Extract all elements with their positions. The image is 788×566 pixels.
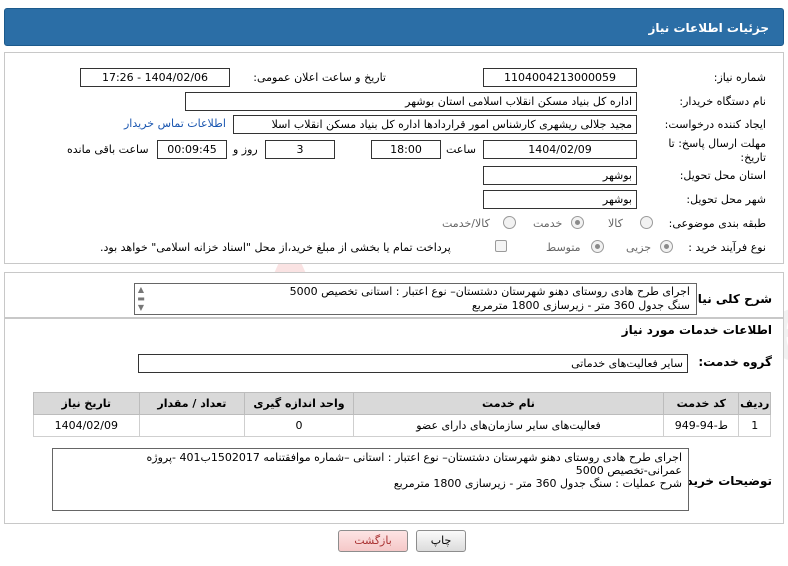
- announce-field: 1404/02/06 - 17:26: [80, 68, 230, 87]
- days-field: 3: [265, 140, 335, 159]
- province-field: بوشهر: [483, 166, 637, 185]
- category-option-goods: کالا: [608, 217, 623, 230]
- col-unit: واحد اندازه گیری: [244, 392, 354, 415]
- province-label: استان محل تحویل:: [679, 169, 766, 182]
- cell-date: 1404/02/09: [33, 414, 140, 437]
- summary-textarea[interactable]: اجرای طرح هادی روستای دهنو شهرستان دشتست…: [134, 283, 697, 315]
- deadline-label: مهلت ارسال پاسخ: تا تاریخ:: [668, 137, 766, 164]
- category-radio-goods[interactable]: [640, 216, 653, 229]
- summary-line-1: اجرای طرح هادی روستای دهنو شهرستان دشتست…: [289, 285, 690, 298]
- announce-label: تاریخ و ساعت اعلان عمومی:: [253, 71, 386, 84]
- cell-name: فعالیت‌های سایر سازمان‌های دارای عضو: [352, 414, 665, 437]
- days-label: روز و: [233, 143, 258, 156]
- time-label: ساعت: [446, 143, 476, 156]
- process-label: نوع فرآیند خرید :: [688, 241, 766, 254]
- category-option-service: خدمت: [533, 217, 563, 230]
- city-label: شهر محل تحویل:: [686, 193, 766, 206]
- cell-row: 1: [738, 414, 771, 437]
- process-radio-minor[interactable]: [660, 240, 673, 253]
- services-title: اطلاعات خدمات مورد نیاز: [621, 323, 772, 337]
- creator-field: مجید جلالی ریشهری کارشناس امور قراردادها…: [233, 115, 637, 134]
- col-date: تاریخ نیاز: [33, 392, 140, 415]
- category-option-both: کالا/خدمت: [442, 217, 490, 230]
- summary-line-2: سنگ جدول 360 متر - زیرسازی 1800 مترمربع: [471, 299, 690, 312]
- col-code: کد خدمت: [663, 392, 740, 415]
- col-name: نام خدمت: [352, 392, 665, 415]
- process-option-minor: جزیی: [626, 241, 652, 254]
- page-header: جزئیات اطلاعات نیاز: [4, 8, 784, 46]
- textarea-scrollbar[interactable]: ▲ ▬ ▼: [136, 285, 146, 313]
- services-table: ردیف کد خدمت نام خدمت واحد اندازه گیری ت…: [33, 392, 771, 437]
- buyer-org-label: نام دستگاه خریدار:: [679, 95, 766, 108]
- buyer-notes-line-1: اجرای طرح هادی روستای دهنو شهرستان دشتست…: [146, 451, 682, 464]
- service-group-field: سایر فعالیت‌های خدماتی: [138, 354, 688, 373]
- col-row: ردیف: [738, 392, 771, 415]
- col-qty: تعداد / مقدار: [138, 392, 246, 415]
- service-group-label: گروه خدمت:: [698, 355, 772, 369]
- treasury-checkbox[interactable]: [495, 240, 507, 252]
- category-radio-both[interactable]: [503, 216, 516, 229]
- cell-code: ط-94-949: [663, 414, 740, 437]
- remaining-label: ساعت باقی مانده: [67, 143, 149, 156]
- deadline-time-field: 18:00: [371, 140, 441, 159]
- buyer-org-field: اداره کل بنیاد مسکن انقلاب اسلامی استان …: [185, 92, 637, 111]
- category-radio-service[interactable]: [571, 216, 584, 229]
- payment-note: پرداخت تمام یا بخشی از مبلغ خرید،از محل …: [100, 241, 451, 254]
- remaining-time-field: 00:09:45: [157, 140, 227, 159]
- creator-label: ایجاد کننده درخواست:: [664, 118, 766, 131]
- contact-buyer-link[interactable]: اطلاعات تماس خریدار: [124, 117, 226, 130]
- table-header-row: ردیف کد خدمت نام خدمت واحد اندازه گیری ت…: [33, 392, 771, 415]
- need-number-label: شماره نیاز:: [713, 71, 766, 84]
- city-field: بوشهر: [483, 190, 637, 209]
- page-title: جزئیات اطلاعات نیاز: [648, 21, 769, 35]
- need-number-field: 1104004213000059: [483, 68, 637, 87]
- process-option-medium: متوسط: [546, 241, 581, 254]
- buyer-notes-line-2: عمرانی-تخصیص 5000: [575, 464, 682, 477]
- summary-label: شرح کلی نیاز:: [686, 292, 772, 306]
- back-button[interactable]: بازگشت: [338, 530, 408, 552]
- cell-unit: 0: [244, 414, 354, 437]
- buyer-notes-textarea[interactable]: اجرای طرح هادی روستای دهنو شهرستان دشتست…: [52, 448, 689, 511]
- process-radio-medium[interactable]: [591, 240, 604, 253]
- table-row: 1 ط-94-949 فعالیت‌های سایر سازمان‌های دا…: [33, 414, 771, 437]
- buyer-notes-line-3: شرح عملیات : سنگ جدول 360 متر - زیرسازی …: [393, 477, 682, 490]
- category-label: طبقه بندی موضوعی:: [668, 217, 766, 230]
- deadline-date-field: 1404/02/09: [483, 140, 637, 159]
- cell-qty: [138, 414, 246, 437]
- print-button[interactable]: چاپ: [416, 530, 466, 552]
